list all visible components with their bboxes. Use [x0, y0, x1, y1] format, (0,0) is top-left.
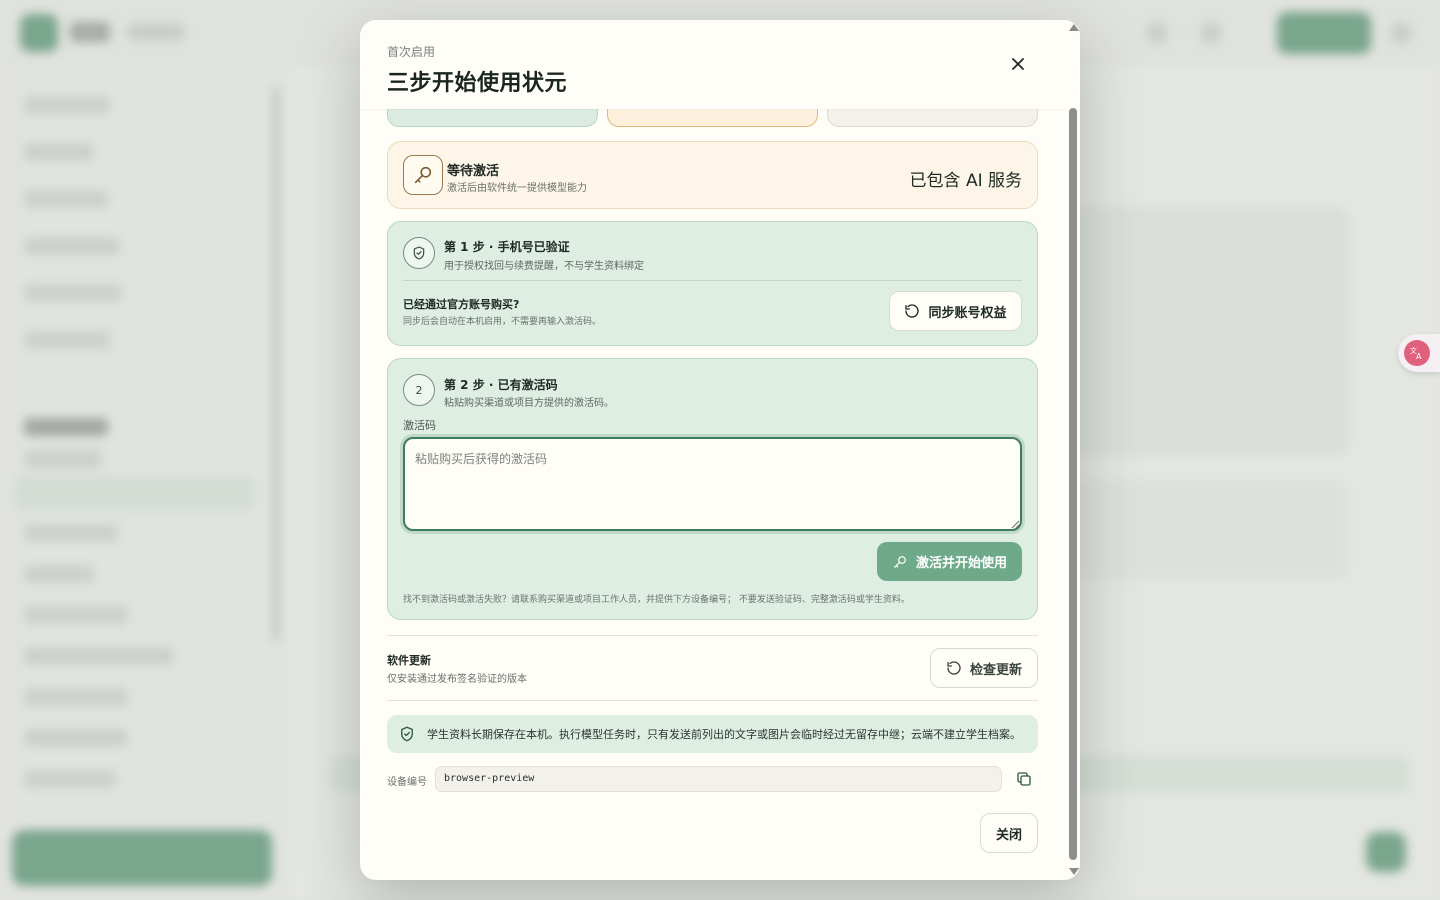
- refresh-icon: [947, 661, 961, 675]
- activation-dialog: 等待激活 激活后由软件统一提供模型能力 已包含 AI 服务 第 1 步 · 手机…: [360, 20, 1080, 880]
- step-1-subtitle: 用于授权找回与续费提醒，不与学生资料绑定: [444, 261, 644, 272]
- status-subtitle: 激活后由软件统一提供模型能力: [447, 183, 587, 194]
- step-2-card: 2 第 2 步 · 已有激活码 粘贴购买渠道或项目方提供的激活码。 激活码 激活…: [387, 358, 1038, 620]
- translate-icon: 文A: [1404, 340, 1430, 366]
- close-button[interactable]: 关闭: [980, 813, 1038, 853]
- step-2-title: 第 2 步 · 已有激活码: [444, 378, 558, 392]
- device-id-field[interactable]: browser-preview: [435, 766, 1002, 792]
- status-title: 等待激活: [447, 164, 500, 179]
- activation-help-text: 找不到激活码或激活失败？请联系购买渠道或项目工作人员，并提供下方设备编号； 不要…: [403, 595, 910, 605]
- divider: [403, 280, 1022, 281]
- activate-button-label: 激活并开始使用: [915, 556, 1007, 571]
- refresh-icon: [905, 304, 920, 318]
- divider: [387, 635, 1038, 636]
- device-id-label: 设备编号: [387, 777, 427, 788]
- scroll-thumb[interactable]: [1069, 108, 1077, 860]
- close-icon[interactable]: [1004, 50, 1032, 78]
- scroll-down-arrow-icon[interactable]: [1069, 868, 1079, 875]
- activate-button[interactable]: 激活并开始使用: [877, 542, 1022, 581]
- update-subtitle: 仅安装通过发布签名验证的版本: [387, 674, 527, 685]
- key-icon: [403, 155, 443, 195]
- dialog-scrollbar[interactable]: [1066, 20, 1080, 880]
- activation-status-card: 等待激活 激活后由软件统一提供模型能力 已包含 AI 服务: [387, 141, 1038, 209]
- official-purchase-question: 已经通过官方账号购买?: [403, 298, 520, 311]
- step-2-subtitle: 粘贴购买渠道或项目方提供的激活码。: [444, 398, 614, 409]
- sync-entitlement-label: 同步账号权益: [928, 305, 1007, 321]
- dialog-header: 首次启用 三步开始使用状元: [360, 20, 1066, 109]
- privacy-text: 学生资料长期保存在本机。执行模型任务时，只有发送前列出的文字或图片会临时经过无留…: [427, 728, 1021, 741]
- check-update-button[interactable]: 检查更新: [930, 648, 1038, 688]
- privacy-notice: 学生资料长期保存在本机。执行模型任务时，只有发送前列出的文字或图片会临时经过无留…: [387, 715, 1038, 753]
- ai-service-badge: 已包含 AI 服务: [909, 171, 1022, 191]
- scroll-up-arrow-icon[interactable]: [1069, 24, 1079, 31]
- activation-code-label: 激活码: [403, 419, 436, 432]
- official-purchase-note: 同步后会自动在本机启用，不需要再输入激活码。: [403, 317, 602, 327]
- translate-floating-button[interactable]: 文A: [1398, 334, 1440, 372]
- shield-check-icon: [403, 237, 435, 269]
- copy-icon[interactable]: [1015, 770, 1033, 788]
- activation-code-input[interactable]: [403, 437, 1022, 531]
- resize-handle-icon[interactable]: [1010, 519, 1020, 529]
- key-icon: [894, 555, 906, 568]
- step-1-title: 第 1 步 · 手机号已验证: [444, 240, 570, 254]
- check-update-label: 检查更新: [969, 662, 1022, 678]
- dialog-content: 等待激活 激活后由软件统一提供模型能力 已包含 AI 服务 第 1 步 · 手机…: [360, 20, 1066, 880]
- divider: [387, 700, 1038, 701]
- step-2-number: 2: [403, 374, 435, 406]
- dialog-title: 三步开始使用状元: [387, 71, 568, 96]
- dialog-kicker: 首次启用: [387, 45, 436, 59]
- update-title: 软件更新: [387, 654, 431, 667]
- sync-entitlement-button[interactable]: 同步账号权益: [889, 291, 1022, 331]
- shield-check-icon: [401, 726, 413, 742]
- svg-text:A: A: [1416, 352, 1422, 361]
- step-1-card: 第 1 步 · 手机号已验证 用于授权找回与续费提醒，不与学生资料绑定 已经通过…: [387, 221, 1038, 346]
